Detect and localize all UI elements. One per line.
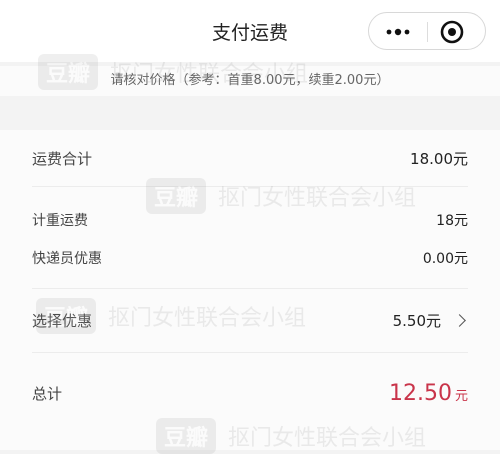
fee-summary-label: 运费合计 [32,149,93,168]
detail-value: 0.00元 [422,251,468,267]
total-unit: 元 [454,388,468,404]
price-hint: 请核对价格（参考：首重8.00元，续重2.00元） [0,66,500,96]
mini-program-capsule [368,12,486,50]
divider [32,352,468,353]
fee-summary-row: 运费合计 18.00元 [32,145,468,171]
total-amount: 12.50 [389,380,452,406]
close-miniprogram-icon[interactable] [439,19,465,45]
fee-summary-value: 18.00元 [410,149,468,168]
detail-row: 计重运费 18元 [32,208,468,232]
chevron-right-icon [453,313,466,327]
detail-label: 快递员优惠 [32,251,102,267]
nav-bar: 支付运费 [0,0,500,62]
coupon-label: 选择优惠 [32,311,93,330]
coupon-value: 5.50元 [392,311,441,330]
more-icon[interactable] [381,23,415,41]
detail-label: 计重运费 [32,213,88,229]
detail-row: 快递员优惠 0.00元 [32,246,468,270]
select-coupon-row[interactable]: 选择优惠 5.50元 [32,305,468,335]
total-label: 总计 [32,384,63,403]
coupon-value-group: 5.50元 [393,310,468,331]
total-value-group: 12.50 元 [389,381,468,406]
total-row: 总计 12.50 元 [32,378,468,408]
divider [32,186,468,187]
divider [32,288,468,289]
detail-value: 18元 [436,213,468,229]
capsule-divider [427,22,428,42]
